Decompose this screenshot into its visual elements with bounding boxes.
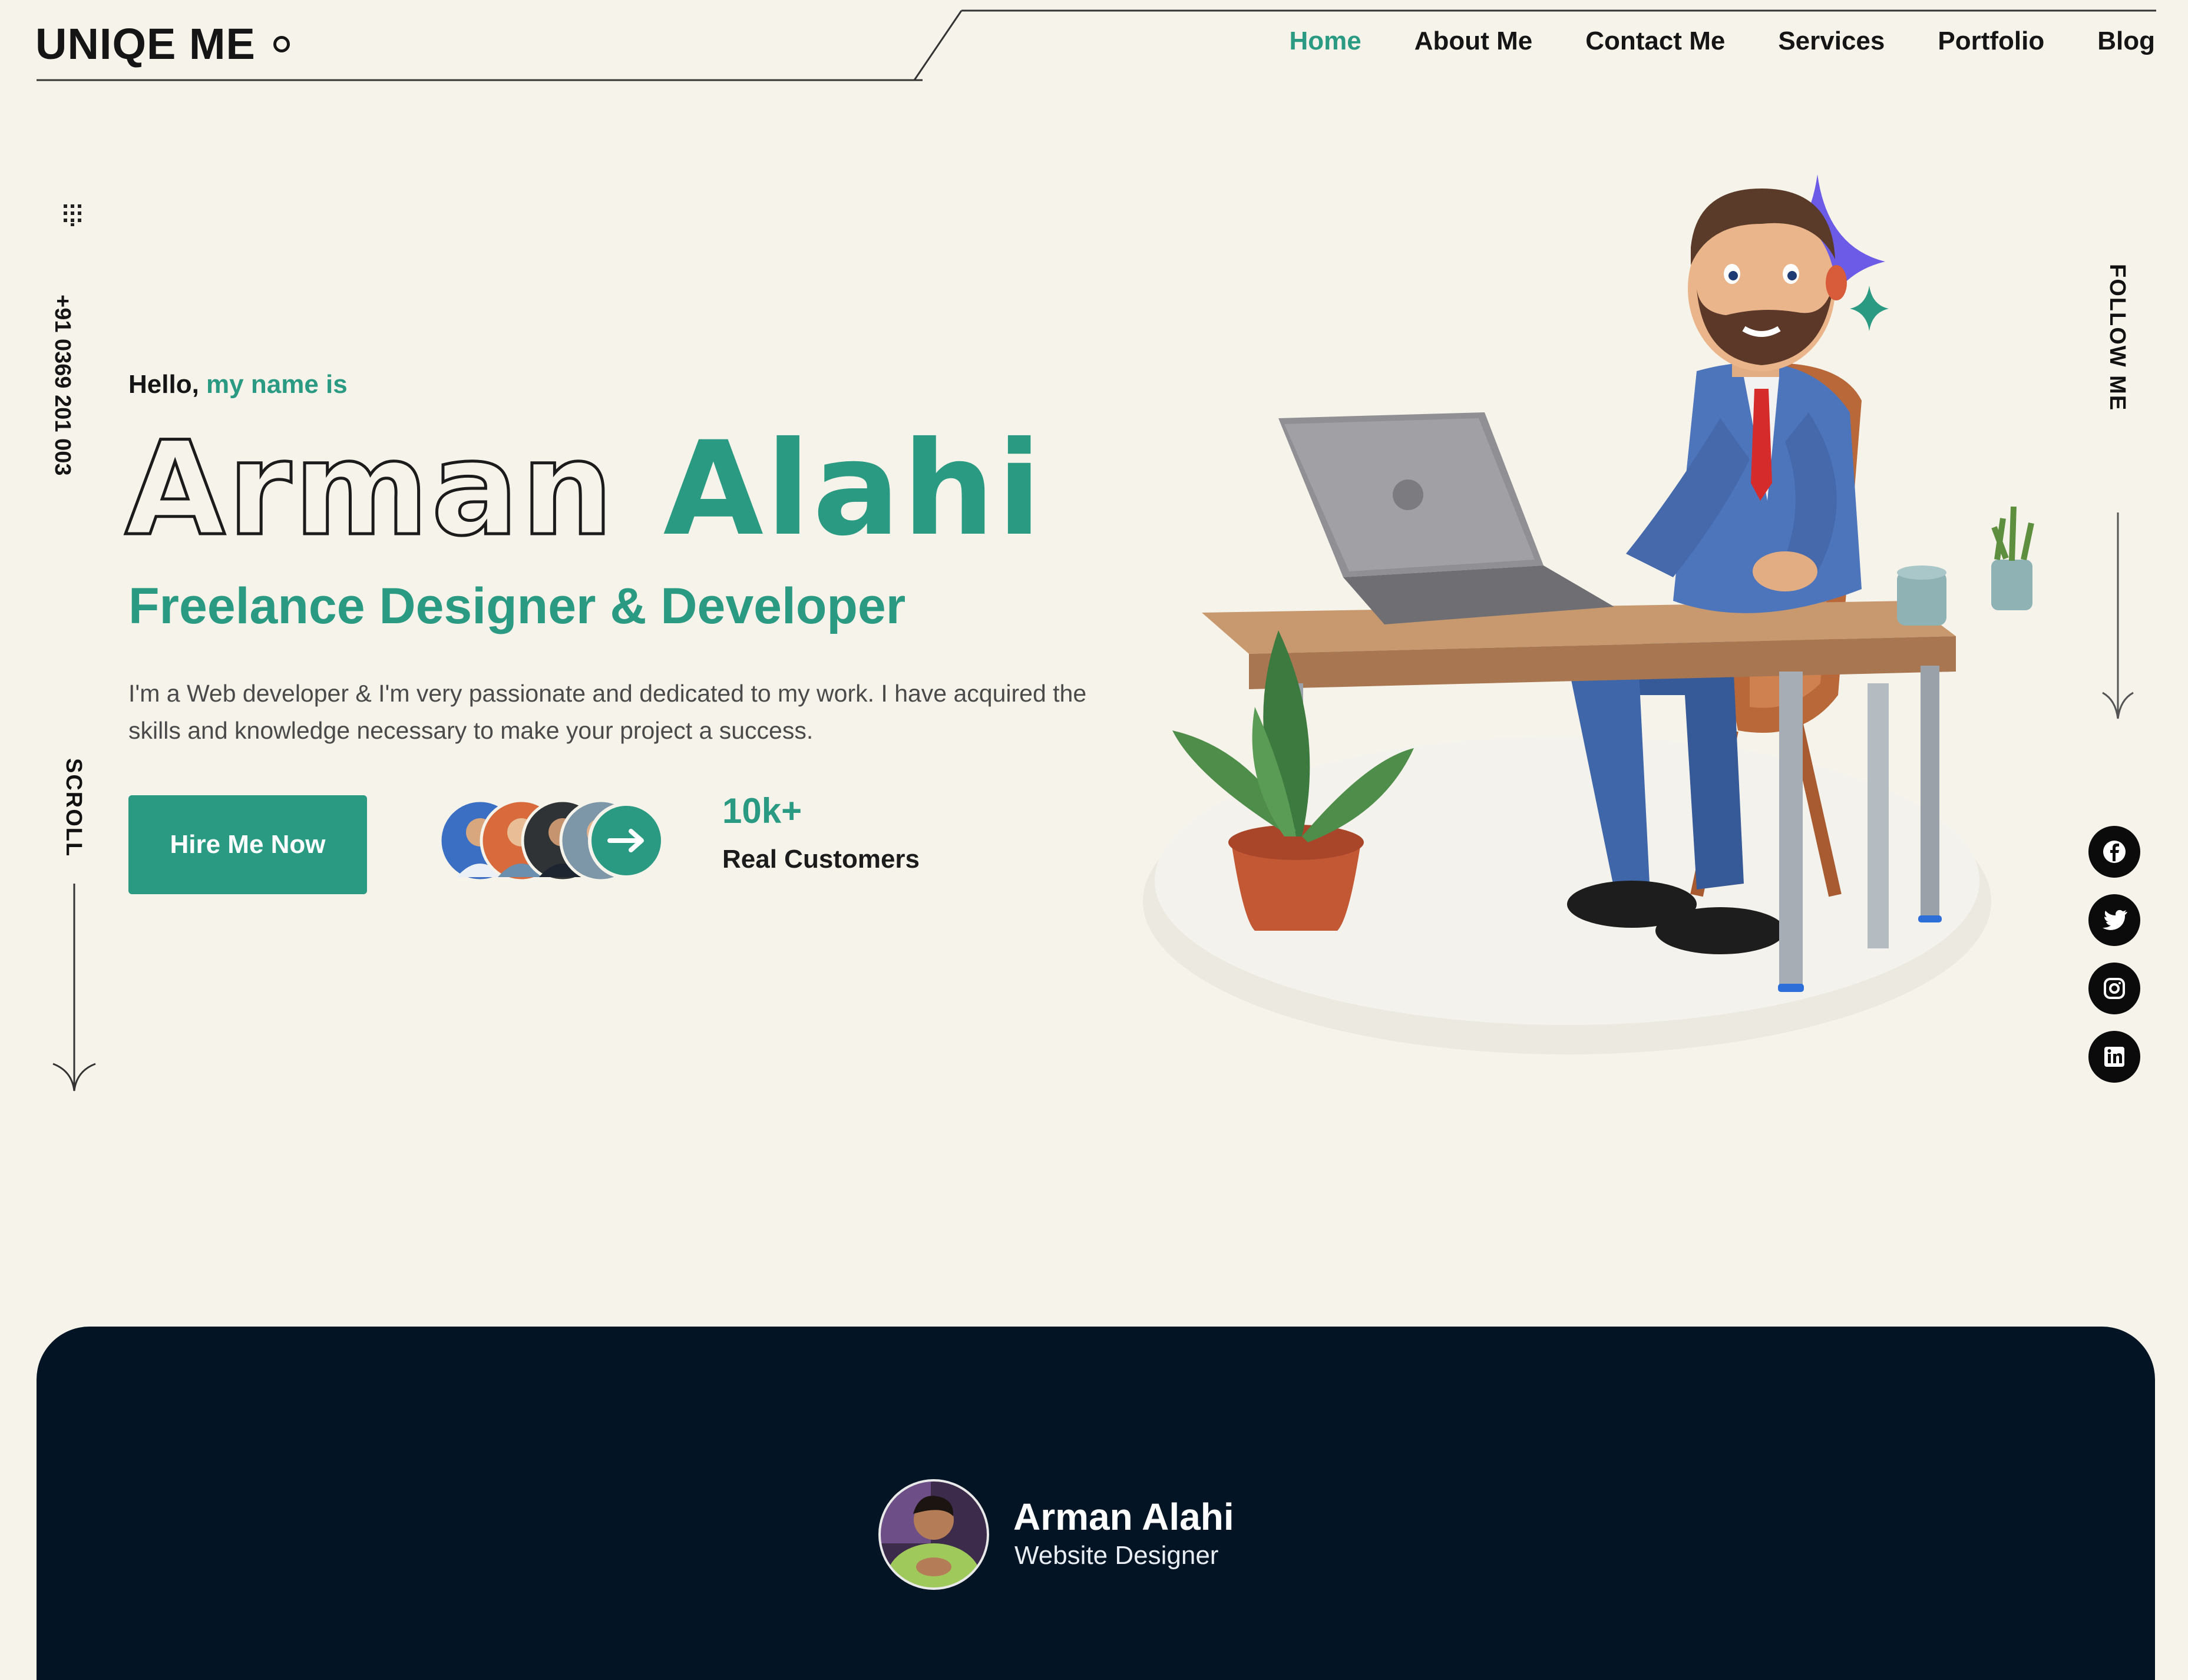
profile-avatar — [878, 1479, 989, 1590]
facebook-icon[interactable] — [2088, 826, 2140, 878]
main-nav: Home About Me Contact Me Services Portfo… — [1290, 27, 2155, 56]
follow-arrow-icon — [2102, 512, 2134, 719]
hero-role: Freelance Designer & Developer — [128, 578, 906, 634]
nav-blog[interactable]: Blog — [2097, 27, 2155, 56]
nav-home[interactable]: Home — [1290, 27, 1361, 56]
greeting-accent: my name is — [206, 370, 348, 399]
nav-services[interactable]: Services — [1778, 27, 1885, 56]
greeting-prefix: Hello, — [128, 370, 199, 399]
dots-grid-icon[interactable] — [62, 203, 86, 227]
last-name: Alahi — [663, 414, 1044, 564]
phone-number[interactable]: +91 0369 201 003 — [49, 295, 75, 475]
customer-avatars — [439, 799, 665, 882]
logo-text: UNIQE ME — [35, 19, 256, 68]
profile-title: Website Designer — [1014, 1541, 1219, 1570]
customers-count: 10k+ — [722, 791, 802, 831]
profile-name: Arman Alahi — [1013, 1496, 1234, 1538]
sparkle-small-icon — [1850, 286, 1889, 331]
follow-me-label: FOLLOW ME — [2105, 264, 2130, 412]
nav-contact-me[interactable]: Contact Me — [1585, 27, 1725, 56]
logo-dot-icon — [273, 35, 290, 52]
hero-description: I'm a Web developer & I'm very passionat… — [128, 680, 1087, 744]
nav-about-me[interactable]: About Me — [1414, 27, 1532, 56]
twitter-icon[interactable] — [2088, 894, 2140, 946]
hero-name: Arman Alahi — [123, 423, 1044, 555]
site-logo[interactable]: UNIQE ME — [35, 19, 290, 69]
nav-portfolio[interactable]: Portfolio — [1938, 27, 2044, 56]
first-name: Arman — [123, 414, 616, 564]
greeting: Hello, my name is — [128, 370, 348, 399]
social-links — [2088, 826, 2140, 1083]
arrow-right-icon[interactable] — [588, 802, 665, 879]
developer-at-desk-illustration — [1143, 174, 2034, 1054]
scroll-down-arrow-icon[interactable] — [51, 884, 98, 1096]
customers-label: Real Customers — [722, 845, 920, 874]
linkedin-icon[interactable] — [2088, 1031, 2140, 1083]
hire-me-button[interactable]: Hire Me Now — [128, 795, 367, 894]
scroll-label: SCROLL — [61, 758, 86, 858]
instagram-icon[interactable] — [2088, 963, 2140, 1014]
